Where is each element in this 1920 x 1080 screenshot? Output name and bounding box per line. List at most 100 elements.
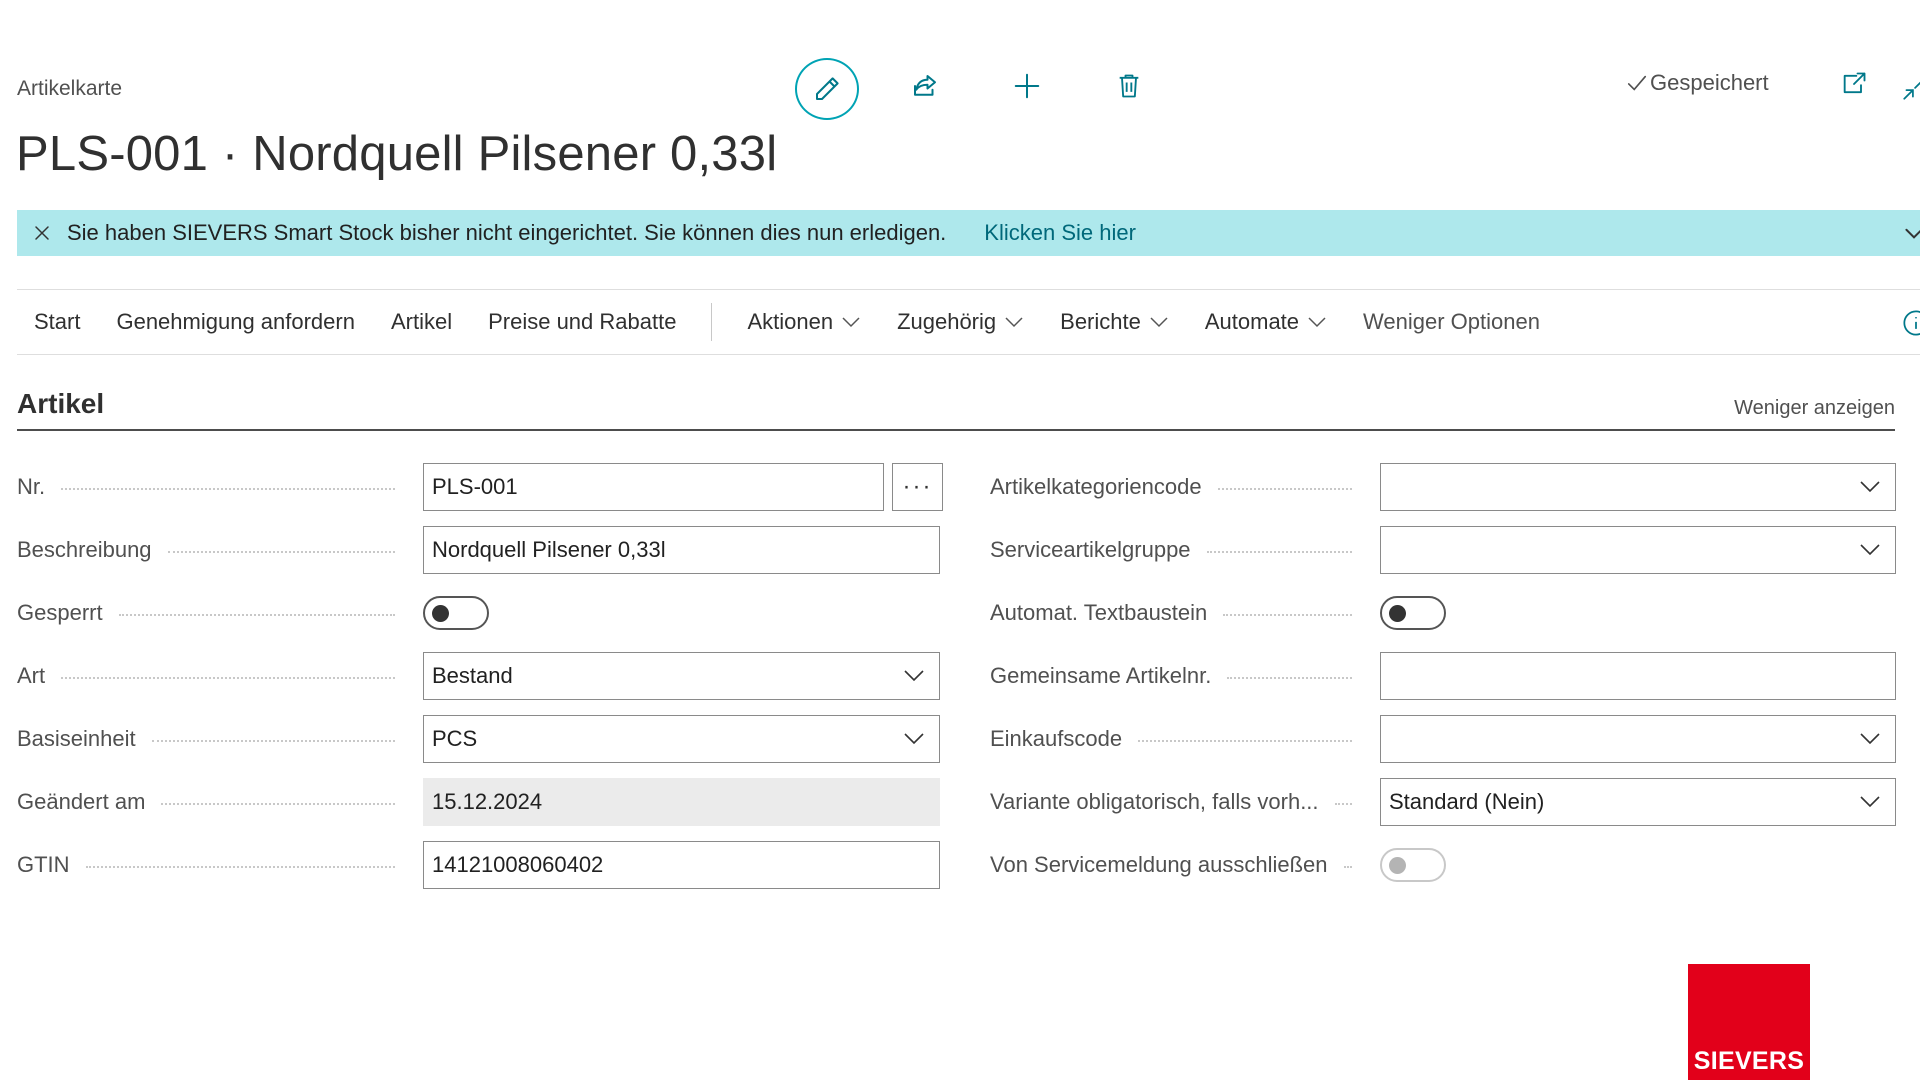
- banner-link[interactable]: Klicken Sie hier: [984, 220, 1136, 246]
- field-artikelkategoriencode: Artikelkategoriencode: [990, 463, 1896, 511]
- menu-item-genehmigung[interactable]: Genehmigung anfordern: [98, 290, 373, 354]
- field-basiseinheit: Basiseinheit PCS: [17, 715, 940, 763]
- field-geaendert-am: Geändert am 15.12.2024: [17, 778, 940, 826]
- collapse-button[interactable]: [1900, 76, 1920, 102]
- menu-item-preise[interactable]: Preise und Rabatte: [470, 290, 694, 354]
- saved-status-label: Gespeichert: [1650, 70, 1769, 95]
- banner-message: Sie haben SIEVERS Smart Stock bisher nic…: [67, 220, 947, 245]
- field-einkaufscode: Einkaufscode: [990, 715, 1896, 763]
- chevron-down-icon: [1860, 733, 1880, 745]
- menu-item-label: Preise und Rabatte: [488, 309, 677, 334]
- menu-item-label: Weniger Optionen: [1363, 309, 1540, 334]
- beschreibung-input[interactable]: Nordquell Pilsener 0,33l: [423, 526, 940, 574]
- share-icon: [914, 75, 936, 96]
- automat-textbaustein-toggle[interactable]: [1380, 596, 1446, 630]
- share-button[interactable]: [905, 66, 945, 106]
- dot-leader: [161, 803, 395, 805]
- more-icon: ···: [902, 473, 933, 500]
- art-select[interactable]: Bestand: [423, 652, 940, 700]
- dot-leader: [167, 551, 395, 553]
- delete-button[interactable]: [1109, 66, 1149, 106]
- dot-leader: [61, 677, 395, 679]
- von-servicemeldung-toggle: [1380, 848, 1446, 882]
- logo-text: SIEVERS: [1693, 1047, 1805, 1075]
- menu-item-label: Zugehörig: [897, 309, 997, 334]
- field-label-text: Art: [17, 663, 46, 688]
- menu-dropdown-zugehoerig[interactable]: Zugehörig: [879, 290, 1042, 354]
- gtin-input[interactable]: 14121008060402: [423, 841, 940, 889]
- nr-assist-button[interactable]: ···: [892, 463, 943, 511]
- collapse-icon: [1903, 81, 1920, 100]
- geaendert-am-field: 15.12.2024: [423, 778, 940, 826]
- toggle-knob: [1389, 605, 1406, 622]
- menu-item-start[interactable]: Start: [17, 290, 98, 354]
- menu-item-artikel[interactable]: Artikel: [373, 290, 470, 354]
- field-label-text: Gesperrt: [17, 600, 103, 625]
- menu-item-label: Start: [34, 309, 81, 334]
- gesperrt-toggle[interactable]: [423, 596, 489, 630]
- chevron-down-icon: [842, 317, 860, 328]
- saved-status: Gespeichert: [1626, 70, 1769, 96]
- notification-banner: Sie haben SIEVERS Smart Stock bisher nic…: [17, 210, 1920, 256]
- info-icon: [1903, 310, 1920, 336]
- field-automat-textbaustein: Automat. Textbaustein: [990, 589, 1446, 637]
- page-caption: Artikelkarte: [17, 77, 123, 100]
- field-label-text: Artikelkategoriencode: [990, 474, 1202, 499]
- serviceartikelgruppe-select[interactable]: [1380, 526, 1896, 574]
- field-gesperrt: Gesperrt: [17, 589, 489, 637]
- section-divider: [17, 429, 1895, 431]
- field-label-text: Geändert am: [17, 789, 146, 814]
- field-label-text: Serviceartikelgruppe: [990, 537, 1191, 562]
- menu-dropdown-berichte[interactable]: Berichte: [1042, 290, 1187, 354]
- open-in-new-window-button[interactable]: [1840, 70, 1870, 100]
- chevron-down-icon: [1005, 317, 1023, 328]
- sievers-logo: SIEVERS: [1688, 964, 1810, 1080]
- artikelkategoriencode-select[interactable]: [1380, 463, 1896, 511]
- toggle-knob: [432, 605, 449, 622]
- variante-value: Standard (Nein): [1389, 789, 1545, 814]
- dot-leader: [1217, 488, 1352, 490]
- dot-leader: [151, 740, 395, 742]
- nr-input[interactable]: PLS-001: [423, 463, 884, 511]
- menu-item-label: Automate: [1204, 309, 1300, 334]
- field-von-servicemeldung: Von Servicemeldung ausschließen: [990, 841, 1446, 889]
- field-label: Art: [17, 652, 407, 700]
- variante-select[interactable]: Standard (Nein): [1380, 778, 1896, 826]
- field-serviceartikelgruppe: Serviceartikelgruppe: [990, 526, 1896, 574]
- basiseinheit-select[interactable]: PCS: [423, 715, 940, 763]
- banner-close-button[interactable]: [17, 210, 67, 256]
- art-value: Bestand: [432, 663, 513, 688]
- chevron-down-icon: [1860, 481, 1880, 493]
- field-label: Basiseinheit: [17, 715, 407, 763]
- field-label: Einkaufscode: [990, 715, 1364, 763]
- edit-button[interactable]: [795, 58, 859, 120]
- info-button[interactable]: [1902, 309, 1920, 337]
- field-label: Gesperrt: [17, 589, 407, 637]
- dot-leader: [85, 866, 395, 868]
- menu-dropdown-automate[interactable]: Automate: [1187, 290, 1345, 354]
- menu-dropdown-aktionen[interactable]: Aktionen: [729, 290, 879, 354]
- banner-expand-button[interactable]: [1900, 220, 1920, 246]
- menu-item-label: Artikel: [390, 309, 453, 334]
- field-label-text: Automat. Textbaustein: [990, 600, 1208, 625]
- field-label-text: Beschreibung: [17, 537, 152, 562]
- field-nr: Nr. PLS-001 ···: [17, 463, 943, 511]
- einkaufscode-select[interactable]: [1380, 715, 1896, 763]
- gtin-value: 14121008060402: [432, 852, 604, 877]
- field-label-text: Basiseinheit: [17, 726, 136, 751]
- gemeinsame-artikelnr-input[interactable]: [1380, 652, 1896, 700]
- field-label-text: Gemeinsame Artikelnr.: [990, 663, 1212, 688]
- menu-less-options[interactable]: Weniger Optionen: [1345, 290, 1558, 354]
- field-label: Geändert am: [17, 778, 407, 826]
- field-gtin: GTIN 14121008060402: [17, 841, 940, 889]
- menu-item-label: Genehmigung anfordern: [116, 309, 355, 334]
- dot-leader: [118, 614, 395, 616]
- dot-leader: [1334, 803, 1352, 805]
- dot-leader: [1227, 677, 1352, 679]
- field-label-text: Von Servicemeldung ausschließen: [990, 852, 1328, 877]
- show-less-link[interactable]: Weniger anzeigen: [1734, 397, 1895, 420]
- basiseinheit-value: PCS: [432, 726, 478, 751]
- field-label-text: Einkaufscode: [990, 726, 1123, 751]
- new-button[interactable]: [1007, 66, 1047, 106]
- nr-value: PLS-001: [432, 474, 518, 499]
